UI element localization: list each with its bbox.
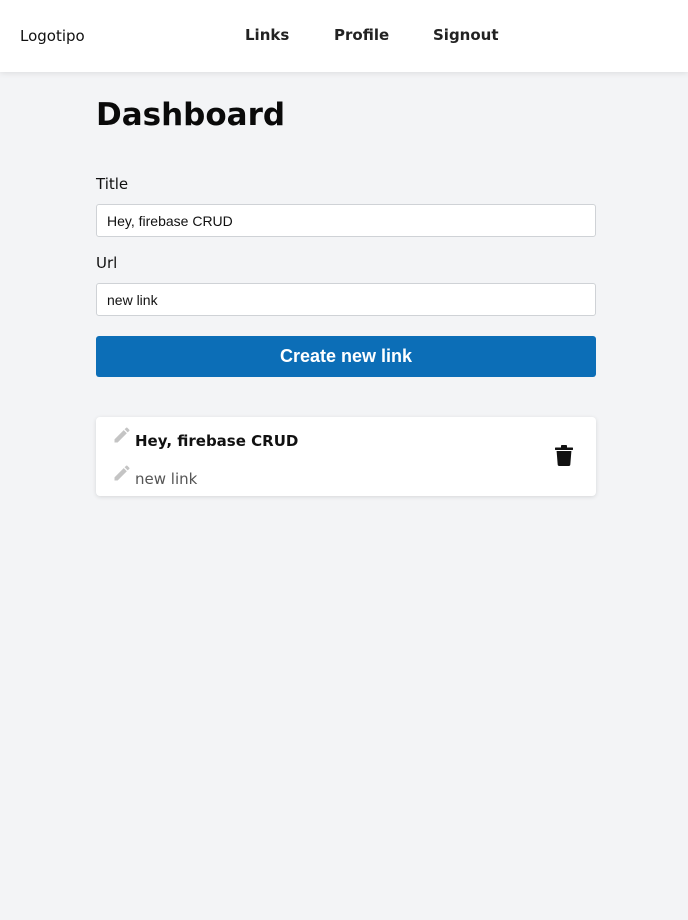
- pencil-icon[interactable]: [112, 463, 132, 483]
- logo[interactable]: Logotipo: [20, 27, 85, 45]
- create-link-button[interactable]: Create new link: [96, 336, 596, 377]
- nav-link-signout[interactable]: Signout: [433, 26, 499, 44]
- link-url: new link: [135, 470, 198, 488]
- nav-link-profile[interactable]: Profile: [334, 26, 389, 44]
- page-title: Dashboard: [96, 97, 286, 133]
- link-title: Hey, firebase CRUD: [135, 432, 299, 450]
- link-card: Hey, firebase CRUD new link: [96, 417, 596, 496]
- nav-link-links[interactable]: Links: [245, 26, 289, 44]
- title-input[interactable]: [96, 204, 596, 237]
- url-input[interactable]: [96, 283, 596, 316]
- pencil-icon[interactable]: [112, 425, 132, 445]
- url-field-label: Url: [96, 254, 118, 272]
- title-field-label: Title: [96, 175, 129, 193]
- top-navbar: Logotipo Links Profile Signout: [0, 0, 688, 72]
- trash-icon[interactable]: [555, 445, 573, 466]
